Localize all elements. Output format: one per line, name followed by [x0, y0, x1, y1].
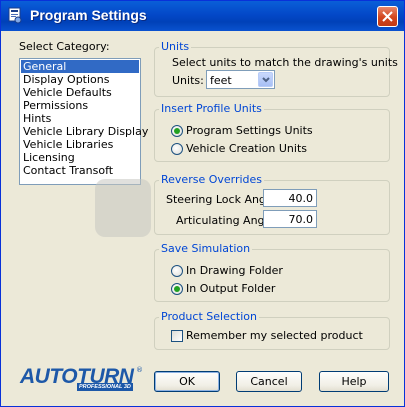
close-icon [382, 11, 393, 22]
title-bar[interactable]: Program Settings [1, 1, 404, 31]
category-item-vehicle-libraries[interactable]: Vehicle Libraries [21, 138, 113, 151]
steering-lock-angle-input[interactable]: 40.0 [263, 189, 317, 207]
window-title: Program Settings [30, 7, 147, 23]
category-item-display-options[interactable]: Display Options [21, 73, 110, 86]
category-item-licensing[interactable]: Licensing [21, 151, 75, 164]
save-simulation-title: Save Simulation [159, 242, 253, 255]
cancel-button[interactable]: Cancel [236, 371, 302, 392]
reverse-overrides-title: Reverse Overrides [159, 173, 265, 186]
units-select-value: feet [210, 74, 232, 87]
in-drawing-folder-radio[interactable] [171, 265, 183, 277]
product-selection-title: Product Selection [159, 310, 259, 323]
units-description: Select units to match the drawing's unit… [172, 56, 398, 69]
units-group-title: Units [159, 40, 192, 53]
in-output-folder-label[interactable]: In Output Folder [186, 282, 275, 295]
category-item-hints[interactable]: Hints [21, 112, 51, 125]
category-item-vehicle-defaults[interactable]: Vehicle Defaults [21, 86, 112, 99]
category-item-contact-transoft[interactable]: Contact Transoft [21, 164, 113, 177]
category-item-vehicle-library-display[interactable]: Vehicle Library Display [21, 125, 148, 138]
insert-profile-units-title: Insert Profile Units [159, 102, 264, 115]
close-button[interactable] [377, 6, 398, 27]
app-icon [8, 7, 22, 24]
category-list[interactable]: General Display Options Vehicle Defaults… [19, 58, 148, 185]
remember-product-checkbox[interactable] [171, 330, 183, 342]
chevron-down-icon [262, 77, 270, 83]
program-settings-units-label[interactable]: Program Settings Units [186, 124, 313, 137]
watermark-logo [95, 179, 151, 237]
vehicle-creation-units-radio[interactable] [171, 143, 183, 155]
registered-mark: ® [136, 366, 143, 374]
remember-product-label[interactable]: Remember my selected product [186, 329, 363, 342]
in-drawing-folder-label[interactable]: In Drawing Folder [186, 264, 283, 277]
articulating-angle-input[interactable]: 70.0 [263, 210, 317, 228]
help-button[interactable]: Help [319, 371, 389, 392]
program-settings-window: Program Settings Select Category: Genera… [0, 0, 405, 407]
vehicle-creation-units-label[interactable]: Vehicle Creation Units [186, 142, 307, 155]
category-item-general[interactable]: General [21, 60, 139, 73]
units-select[interactable]: feet [206, 70, 275, 89]
units-dropdown-button[interactable] [258, 72, 273, 87]
units-label: Units: [172, 74, 204, 87]
category-heading: Select Category: [19, 40, 110, 53]
ok-button[interactable]: OK [154, 371, 220, 392]
category-item-permissions[interactable]: Permissions [21, 99, 88, 112]
program-settings-units-radio[interactable] [171, 125, 183, 137]
in-output-folder-radio[interactable] [171, 283, 183, 295]
autoturn-logo-subtitle: PROFESSIONAL 3D [77, 383, 133, 391]
